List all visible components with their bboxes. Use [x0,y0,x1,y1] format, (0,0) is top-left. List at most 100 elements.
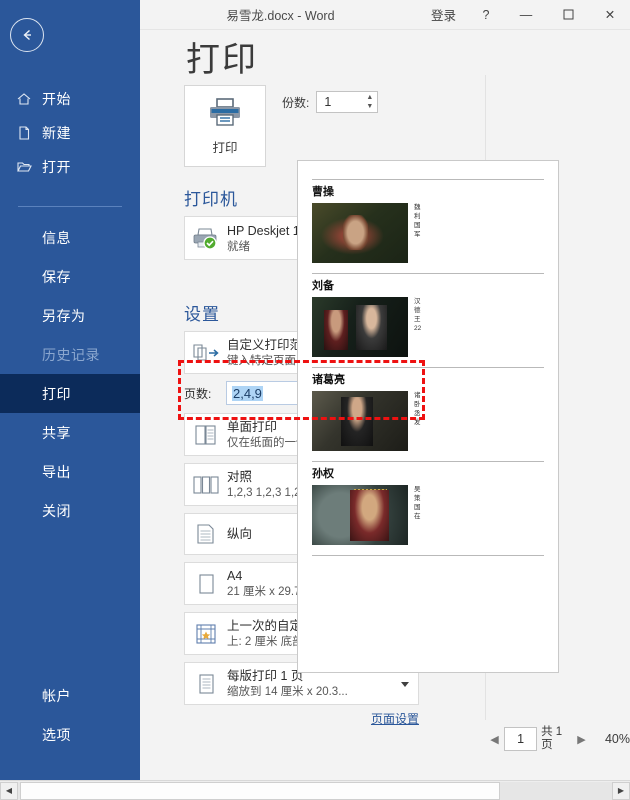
preview-entry: 刘备 汉 德 王 22 [312,273,544,357]
sidebar-top-group: 开始 新建 打开 [0,82,140,184]
copies-stepper[interactable]: 1 ▲ ▼ [316,91,378,113]
sidebar-item-label: 信息 [42,228,71,248]
chevron-down-icon[interactable] [401,682,409,687]
backstage-sidebar: 开始 新建 打开 信息 保存 [0,0,140,780]
entry-line: 发 [414,418,421,427]
open-folder-icon [14,157,34,177]
sidebar-item-label: 开始 [42,89,71,109]
next-page-icon[interactable]: ▶ [572,733,591,746]
scrollbar-thumb[interactable] [20,782,500,800]
scroll-right-icon[interactable]: ▶ [612,782,630,800]
print-button[interactable]: 打印 [184,85,266,167]
paper-icon [185,572,227,596]
sidebar-item-open[interactable]: 打开 [0,150,140,184]
entry-heading: 曹操 [312,179,544,199]
printer-ready-icon [185,226,227,250]
sidebar-item-history[interactable]: 历史记录 [0,335,140,374]
sidebar-item-save-as[interactable]: 另存为 [0,296,140,335]
pages-input-value: 2,4,9 [232,386,263,401]
document-title: 易雪龙.docx - Word [140,5,421,24]
entry-heading: 诸葛亮 [312,367,544,387]
preview-status-bar: ◀ 1 共 1 页 ▶ 40% [485,718,630,760]
entry-line: 吴 [414,485,421,494]
prev-page-icon[interactable]: ◀ [485,733,504,746]
sidebar-item-options[interactable]: 选项 [0,715,140,754]
maximize-button[interactable] [546,0,590,30]
stepper-arrows[interactable]: ▲ ▼ [366,92,373,112]
entry-line: 汉 [414,297,421,306]
entry-line: 军 [414,230,421,239]
sidebar-divider [18,206,122,207]
close-button[interactable]: ✕ [590,0,630,30]
sidebar-item-label: 选项 [42,725,71,745]
stepper-up-icon[interactable]: ▲ [366,95,373,101]
entry-text: 魏 利 国 军 [408,203,421,263]
horizontal-scrollbar[interactable]: ◀ ▶ [0,780,630,800]
sidebar-item-save[interactable]: 保存 [0,257,140,296]
sidebar-item-label: 帐户 [42,686,71,706]
page-number-value: 1 [517,732,524,746]
sidebar-item-label: 历史记录 [42,345,100,365]
copies-label: 份数: [282,94,309,111]
page-setup-link[interactable]: 页面设置 [184,710,419,727]
pages-per-sheet-primary: 每版打印 1 页 [227,669,303,683]
entry-line: 王 [414,315,421,324]
copies-group: 份数: 1 ▲ ▼ [282,91,378,113]
entry-line: 策 [414,494,421,503]
zoom-level: 40% [605,732,630,746]
sidebar-item-new[interactable]: 新建 [0,116,140,150]
entry-photo [312,485,408,545]
preview-entry: 曹操 魏 利 国 军 [312,179,544,263]
word-print-backstage: 开始 新建 打开 信息 保存 [0,0,630,800]
minimize-button[interactable]: — [506,0,546,30]
entry-line: 国 [414,221,421,230]
pages-per-sheet-secondary: 缩放到 14 厘米 x 20.3... [227,685,396,700]
print-button-label: 打印 [212,137,237,156]
entry-photo [312,391,408,451]
sidebar-item-close[interactable]: 关闭 [0,491,140,530]
sidebar-item-label: 共享 [42,423,71,443]
sidebar-item-label: 打开 [42,157,71,177]
title-bar: 易雪龙.docx - Word 登录 ? — ✕ [140,0,630,30]
sidebar-item-label: 打印 [42,384,71,404]
entry-line: 国 [414,503,421,512]
help-icon[interactable]: ? [466,0,506,30]
sign-in-button[interactable]: 登录 [421,0,466,30]
sided-primary: 单面打印 [227,420,277,434]
sidebar-item-print[interactable]: 打印 [0,374,140,413]
scrollbar-track[interactable] [18,782,612,800]
orientation-primary: 纵向 [227,527,252,541]
page-number-input[interactable]: 1 [504,727,537,751]
entry-body: 诸 卧 丞 发 [312,391,544,451]
sidebar-item-label: 新建 [42,123,71,143]
sidebar-item-export[interactable]: 导出 [0,452,140,491]
sidebar-item-label: 导出 [42,462,71,482]
entry-line: 22 [414,324,421,333]
scroll-left-icon[interactable]: ◀ [0,782,18,800]
paper-size-primary: A4 [227,569,242,583]
back-arrow-icon[interactable] [10,18,44,52]
printer-heading-label: 打印机 [184,190,238,209]
entry-body: 吴 策 国 在 [312,485,544,545]
entry-line: 丞 [414,409,421,418]
sidebar-item-home[interactable]: 开始 [0,82,140,116]
preview-document: 曹操 魏 利 国 军 刘备 [298,161,558,572]
page-title: 打印 [186,32,258,81]
preview-entry-partial [312,555,544,572]
entry-body: 魏 利 国 军 [312,203,544,263]
entry-line: 在 [414,512,421,521]
sidebar-item-info[interactable]: 信息 [0,218,140,257]
sidebar-item-share[interactable]: 共享 [0,413,140,452]
preview-entry: 孙权 吴 策 国 在 [312,461,544,545]
margins-icon [185,622,227,646]
pages-per-sheet-icon [185,672,227,696]
pages-label: 页数: [184,385,226,402]
entry-line: 诸 [414,391,421,400]
entry-line: 德 [414,306,421,315]
sidebar-item-account[interactable]: 帐户 [0,676,140,715]
home-icon [14,89,34,109]
sidebar-item-label: 保存 [42,267,71,287]
print-action-row: 打印 份数: 1 ▲ ▼ [184,85,419,167]
stepper-down-icon[interactable]: ▼ [366,104,373,110]
sidebar-item-label: 关闭 [42,501,71,521]
